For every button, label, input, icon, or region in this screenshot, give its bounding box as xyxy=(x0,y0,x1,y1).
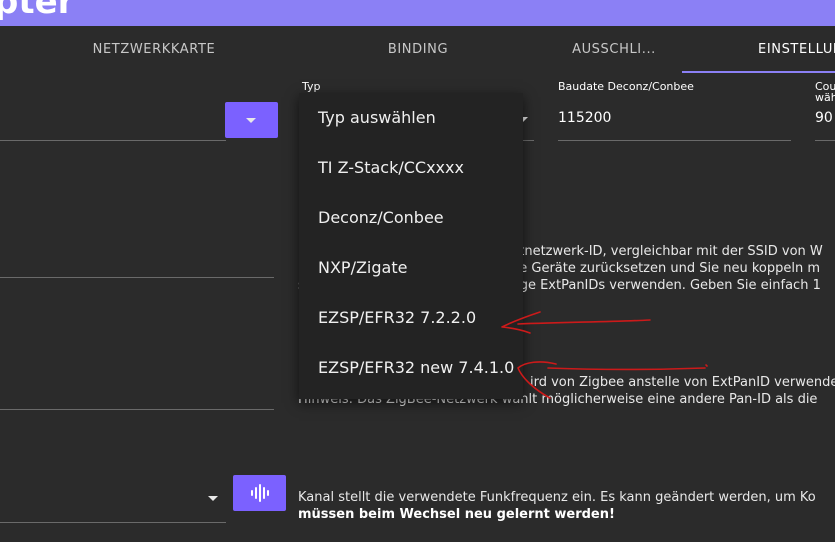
app-title: pter xyxy=(0,0,75,22)
arrow-line-7220 xyxy=(517,319,651,325)
channel-caret-icon[interactable] xyxy=(208,496,218,501)
count-input[interactable]: 90 xyxy=(815,110,833,126)
ext-panid-input[interactable] xyxy=(0,277,274,278)
tab-ausschliessen[interactable]: AUSSCHLI... xyxy=(540,26,688,74)
adapter-select-underline[interactable] xyxy=(0,140,226,141)
dropdown-option[interactable]: TI Z-Stack/CCxxxx xyxy=(318,158,464,177)
adapter-select-button[interactable] xyxy=(225,102,278,138)
tab-binding[interactable]: BINDING xyxy=(340,26,496,74)
channel-scan-button[interactable] xyxy=(233,475,286,511)
dropdown-option[interactable]: NXP/Zigate xyxy=(318,258,407,277)
baudrate-label: Baudate Deconz/Conbee xyxy=(558,80,694,93)
typ-label: Typ xyxy=(302,80,321,93)
baudrate-underline xyxy=(558,140,791,141)
ext-help-line2: he Geräte zurücksetzen und Sie neu koppe… xyxy=(511,261,820,276)
tab-netzwerkkarte[interactable]: NETZWERKKARTE xyxy=(60,26,248,74)
ext-help-line3: tige ExtPanIDs verwenden. Geben Sie einf… xyxy=(511,278,821,293)
signal-wave-icon xyxy=(251,484,269,502)
kanal-help-line1: Kanal stellt die verwendete Funkfrequenz… xyxy=(298,490,816,505)
dropdown-option[interactable]: Typ auswählen xyxy=(318,108,436,127)
app-header: pter xyxy=(0,0,835,26)
annotation-dot xyxy=(705,364,708,367)
active-tab-indicator xyxy=(682,71,835,73)
dropdown-option[interactable]: Deconz/Conbee xyxy=(318,208,444,227)
count-underline xyxy=(815,140,835,141)
channel-select[interactable] xyxy=(0,522,226,523)
arrow-line-7410 xyxy=(547,367,706,371)
pan-help-line1: ird von Zigbee anstelle von ExtPanID ver… xyxy=(530,375,835,390)
kanal-help-line2: müssen beim Wechsel neu gelernt werden! xyxy=(298,507,615,522)
baudrate-input[interactable]: 115200 xyxy=(558,110,611,126)
dropdown-option[interactable]: EZSP/EFR32 7.2.2.0 xyxy=(318,308,476,327)
count-label-line2: wäh xyxy=(815,91,835,104)
dropdown-option[interactable]: EZSP/EFR32 new 7.4.1.0 xyxy=(318,358,514,377)
typ-dropdown-menu: Typ auswählen TI Z-Stack/CCxxxx Deconz/C… xyxy=(299,93,523,399)
ext-help-line1: ptnetzwerk-ID, vergleichbar mit der SSID… xyxy=(511,244,823,259)
caret-down-icon xyxy=(246,118,256,123)
tab-bar: NETZWERKKARTE BINDING AUSSCHLI... EINSTE… xyxy=(0,26,835,74)
panid-input[interactable] xyxy=(0,409,274,410)
tab-einstellungen[interactable]: EINSTELLUN xyxy=(738,26,835,74)
